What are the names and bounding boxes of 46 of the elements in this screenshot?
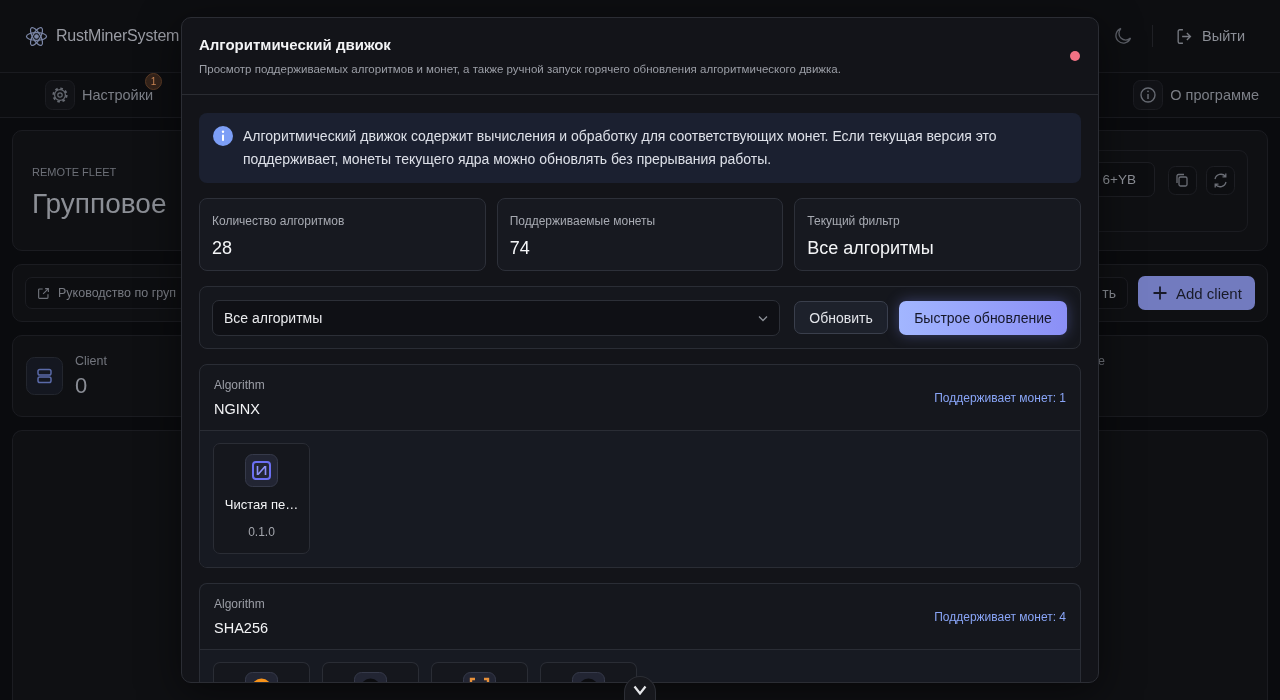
moon-icon[interactable] bbox=[1113, 26, 1134, 46]
page-title: Групповое bbox=[32, 187, 167, 221]
close-button[interactable] bbox=[1070, 51, 1080, 61]
metric-value: 74 bbox=[509, 237, 531, 259]
modal-title: Алгоритмический движок bbox=[199, 36, 392, 54]
about-tab[interactable]: О программе bbox=[1133, 80, 1259, 110]
chevron-down-icon bbox=[633, 685, 647, 695]
metric-label: Количество алгоритмов bbox=[212, 213, 346, 229]
atom-icon bbox=[25, 24, 48, 48]
notice-text: Алгоритмический движок содержит вычисления и обработку для соответствующих монет. Если текущая версия это поддерживает, монеты текущего ядра можно обновлять без прерывания работы. bbox=[243, 127, 998, 169]
coin-count: Поддерживает монет: 1 bbox=[934, 390, 1066, 405]
algorithm-name: SHA256 bbox=[214, 619, 268, 637]
update-button[interactable]: Обновить bbox=[794, 301, 888, 334]
algorithm-label: Algorithm bbox=[214, 377, 265, 393]
coin-version: 0.1.0 bbox=[248, 525, 275, 540]
coin-card[interactable] bbox=[213, 662, 310, 682]
stat-label: Client bbox=[75, 354, 107, 369]
modal-subtitle: Просмотр поддерживаемых алгоритмов и монет, а также ручной запуск горячего обновления алгоритмического движка. bbox=[199, 62, 841, 76]
coin-card[interactable]: Чистая пе… 0.1.0 bbox=[213, 443, 310, 554]
quick-update-button[interactable]: Быстрое обновление bbox=[899, 300, 1067, 335]
coin-name: Чистая пе… bbox=[224, 497, 299, 513]
external-link-icon bbox=[37, 286, 50, 300]
algorithm-name: NGINX bbox=[214, 400, 261, 418]
app-name: RustMinerSystem bbox=[56, 27, 180, 45]
section-eyebrow: REMOTE FLEET bbox=[32, 165, 118, 179]
metric-label: Текущий фильтр bbox=[807, 213, 901, 229]
plus-icon bbox=[1153, 286, 1167, 300]
coin-icon bbox=[245, 454, 278, 487]
gear-icon bbox=[45, 80, 75, 110]
info-icon bbox=[1133, 80, 1164, 110]
info-icon bbox=[213, 126, 233, 146]
logout-button[interactable]: Выйти bbox=[1175, 26, 1245, 46]
stat-label: e bbox=[1098, 354, 1105, 369]
refresh-icon[interactable] bbox=[1206, 166, 1235, 195]
notification-badge: 1 bbox=[145, 73, 163, 90]
copy-icon[interactable] bbox=[1168, 166, 1197, 195]
metric-value: 28 bbox=[212, 237, 234, 259]
stat-value: 0 bbox=[75, 374, 89, 398]
server-icon bbox=[26, 357, 63, 395]
coin-card[interactable] bbox=[431, 662, 528, 682]
algorithm-label: Algorithm bbox=[214, 596, 266, 612]
coin-count: Поддерживает монет: 4 bbox=[934, 609, 1066, 624]
metric-label: Поддерживаемые монеты bbox=[509, 213, 657, 229]
add-client-button[interactable]: Add client bbox=[1138, 276, 1255, 310]
metric-value: Все алгоритмы bbox=[807, 237, 935, 259]
algorithm-select[interactable]: Все алгоритмы bbox=[212, 299, 780, 336]
